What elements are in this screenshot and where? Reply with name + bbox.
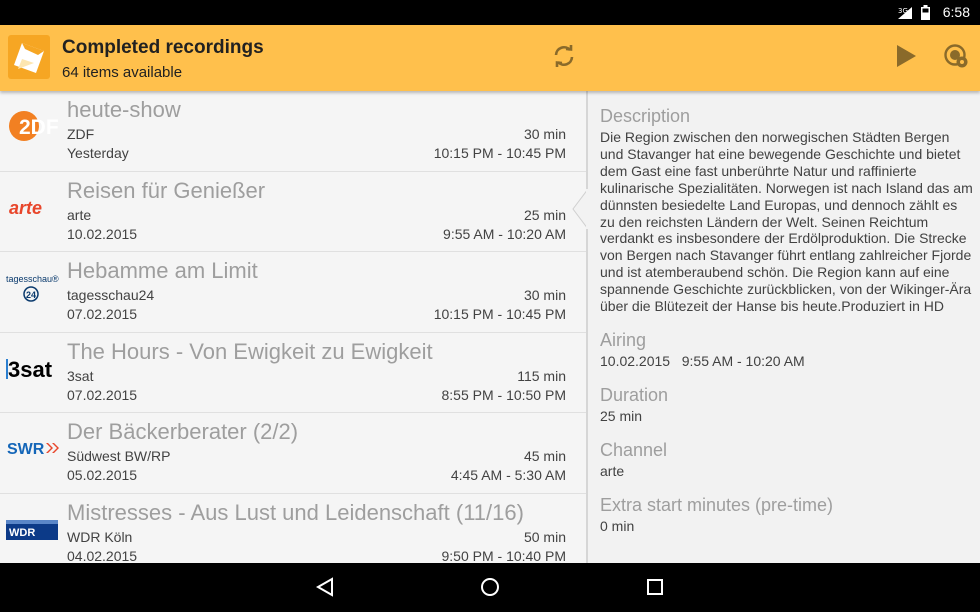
description-label: Description — [600, 106, 691, 126]
channel-logo-arte: arte — [6, 190, 62, 224]
recording-title: Mistresses - Aus Lust und Leidenschaft (… — [67, 499, 524, 525]
signal-icon: 3G — [898, 6, 912, 24]
recording-title: The Hours - Von Ewigkeit zu Ewigkeit — [67, 338, 433, 364]
pretime-label: Extra start minutes (pre-time) — [600, 494, 834, 515]
list-item[interactable]: SWR Der Bäckerberater (2/2) Südwest BW/R… — [0, 413, 586, 494]
recording-date: 04.02.2015 — [67, 547, 138, 564]
play-button[interactable] — [890, 42, 922, 74]
recording-time: 9:55 AM - 10:20 AM — [443, 225, 566, 242]
recording-channel: ZDF — [67, 126, 95, 142]
recording-time: 4:45 AM - 5:30 AM — [450, 467, 566, 483]
recording-date: 05.02.2015 — [67, 467, 138, 483]
recording-duration: 45 min — [523, 448, 566, 464]
list-item[interactable]: 2DF heute-show ZDF Yesterday 30 min 10:1… — [0, 91, 586, 172]
svg-text:WDR: WDR — [9, 527, 35, 539]
airing-label: Airing — [600, 329, 647, 350]
navigation-bar — [0, 563, 980, 612]
recording-title: Der Bäckerberater (2/2) — [67, 419, 299, 444]
svg-text:2DF: 2DF — [19, 116, 59, 139]
refresh-icon — [551, 43, 577, 74]
channel-logo-3sat: 3sat — [6, 351, 62, 385]
list-item[interactable]: tagesschau® 24 Hebamme am Limit tagessch… — [0, 252, 586, 333]
pane-divider — [586, 91, 588, 563]
svg-text:tagesschau®: tagesschau® — [6, 274, 59, 284]
action-bar: Completed recordings 64 items available — [0, 25, 980, 91]
recording-duration: 25 min — [523, 206, 566, 223]
channel-logo-tagesschau24: tagesschau® 24 — [6, 270, 62, 304]
channel-value: arte — [600, 462, 625, 479]
record-settings-button[interactable] — [940, 42, 972, 74]
channel-logo-wdr: WDR — [6, 512, 62, 546]
duration-label: Duration — [600, 384, 669, 405]
recording-channel: tagesschau24 — [67, 287, 155, 303]
svg-text:arte: arte — [9, 198, 42, 218]
recording-channel: arte — [67, 206, 92, 223]
recording-duration: 30 min — [523, 287, 566, 303]
clock: 6:58 — [942, 4, 970, 20]
battery-icon — [921, 5, 930, 25]
recording-duration: 50 min — [523, 528, 566, 545]
recording-channel: WDR Köln — [67, 528, 133, 545]
page-title: Completed recordings — [62, 37, 264, 58]
play-icon — [895, 44, 917, 73]
list-item[interactable]: 3sat The Hours - Von Ewigkeit zu Ewigkei… — [0, 333, 586, 413]
network-type: 3G — [898, 7, 908, 15]
recording-time: 8:55 PM - 10:50 PM — [441, 386, 566, 403]
recording-date: Yesterday — [67, 145, 129, 161]
status-bar: 3G 6:58 — [0, 0, 980, 25]
recording-date: 10.02.2015 — [67, 225, 138, 242]
recording-channel: Südwest BW/RP — [67, 448, 171, 464]
recording-title: Hebamme am Limit — [67, 258, 258, 283]
recordings-list[interactable]: 2DF heute-show ZDF Yesterday 30 min 10:1… — [0, 91, 586, 563]
recording-duration: 30 min — [523, 126, 566, 142]
svg-text:SWR: SWR — [7, 441, 45, 458]
refresh-button[interactable] — [548, 42, 580, 74]
svg-text:24: 24 — [26, 290, 36, 300]
record-settings-icon — [943, 43, 969, 74]
recording-time: 10:15 PM - 10:45 PM — [433, 145, 566, 161]
channel-logo-swr: SWR — [6, 431, 62, 465]
recording-title: Reisen für Genießer — [67, 177, 266, 203]
recording-time: 10:15 PM - 10:45 PM — [433, 306, 566, 322]
recording-duration: 115 min — [517, 367, 566, 384]
page-subtitle: 64 items available — [62, 64, 183, 81]
channel-label: Channel — [600, 439, 668, 460]
recording-time: 9:50 PM - 10:40 PM — [441, 547, 566, 564]
recents-icon[interactable] — [643, 575, 667, 599]
list-item[interactable]: WDR Mistresses - Aus Lust und Leidenscha… — [0, 494, 586, 564]
list-item[interactable]: arte Reisen für Genießer arte 10.02.2015… — [0, 172, 586, 252]
airing-value: 10.02.2015 9:55 AM - 10:20 AM — [600, 352, 805, 369]
duration-value: 25 min — [600, 407, 643, 424]
recording-date: 07.02.2015 — [67, 306, 138, 322]
pretime-value: 0 min — [600, 517, 635, 534]
description-text: Die Region zwischen den norwegischen Stä… — [600, 129, 973, 315]
detail-pane: Description Die Region zwischen den norw… — [600, 91, 975, 563]
svg-text:3sat: 3sat — [8, 357, 53, 382]
channel-logo-zdf: 2DF — [6, 109, 62, 143]
recording-date: 07.02.2015 — [67, 386, 138, 403]
home-icon[interactable] — [478, 575, 502, 599]
selection-pointer-icon — [572, 187, 589, 234]
recording-title: heute-show — [67, 97, 181, 122]
recording-channel: 3sat — [67, 367, 94, 384]
back-icon[interactable] — [313, 575, 337, 599]
app-icon[interactable] — [8, 35, 50, 79]
